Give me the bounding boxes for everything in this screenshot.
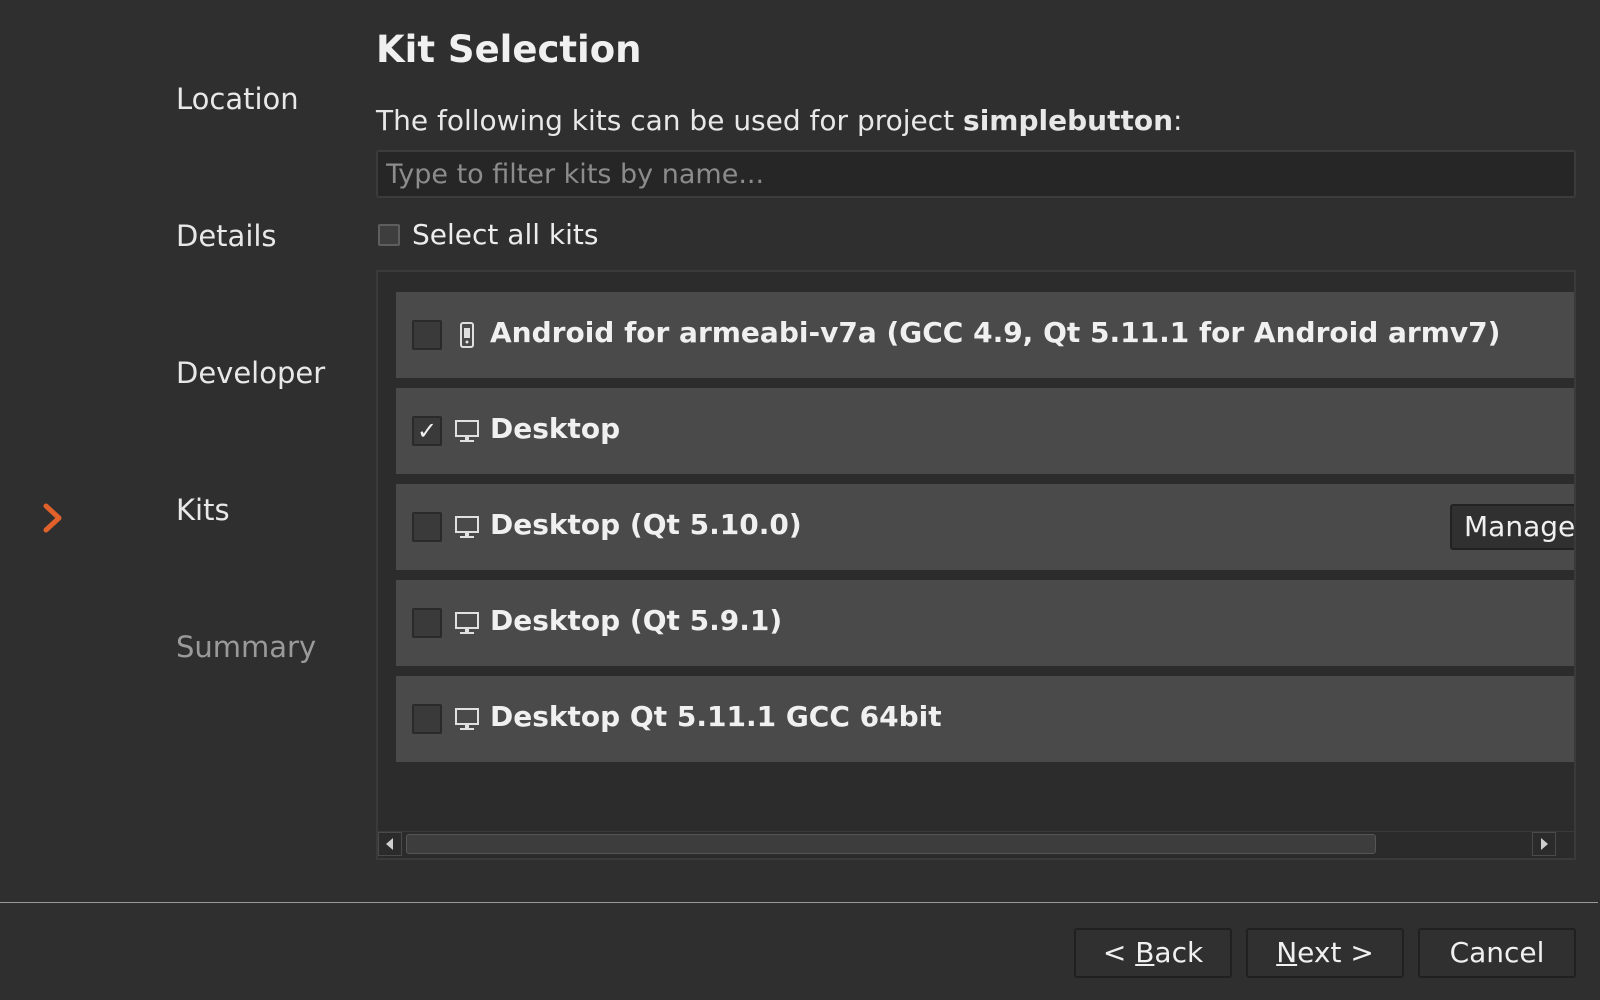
next-label-after: ext > (1297, 936, 1374, 969)
kit-label: Desktop (490, 412, 621, 445)
kit-label: Desktop (Qt 5.10.0) (490, 508, 802, 541)
monitor-icon (455, 708, 479, 730)
step-kits: Kits (176, 493, 230, 527)
step-location: Location (176, 82, 299, 116)
back-button[interactable]: < Back (1074, 928, 1232, 978)
page-title: Kit Selection (376, 28, 642, 71)
step-details: Details (176, 219, 277, 253)
select-all-checkbox-box[interactable] (378, 223, 400, 246)
scroll-right-button[interactable] (1532, 832, 1556, 856)
back-label-after: ack (1154, 936, 1204, 969)
kit-label: Desktop (Qt 5.9.1) (490, 604, 783, 637)
subtitle-suffix: : (1173, 104, 1183, 137)
scrollbar-thumb[interactable] (406, 834, 1376, 854)
cancel-button[interactable]: Cancel (1418, 928, 1576, 978)
current-step-arrow-icon (43, 503, 62, 533)
scroll-left-arrow-icon (386, 838, 393, 850)
step-summary: Summary (176, 630, 317, 664)
kit-filter-input[interactable] (376, 150, 1576, 198)
select-all-kits-checkbox[interactable]: Select all kits (378, 218, 598, 251)
footer-divider (0, 902, 1598, 903)
step-developer: Developer (176, 356, 326, 390)
kit-label: Android for armeabi-v7a (GCC 4.9, Qt 5.1… (490, 316, 1501, 349)
kit-row[interactable]: ✓ Desktop (396, 388, 1574, 474)
subtitle-prefix: The following kits can be used for proje… (376, 104, 964, 137)
horizontal-scrollbar[interactable] (378, 831, 1574, 858)
kit-row[interactable]: Desktop (Qt 5.9.1) (396, 580, 1574, 666)
monitor-icon (455, 516, 479, 538)
monitor-icon (455, 612, 479, 634)
kit-row[interactable]: Desktop Qt 5.11.1 GCC 64bit (396, 676, 1574, 762)
scroll-left-button[interactable] (378, 832, 402, 856)
kit-checkbox[interactable]: ✓ (412, 416, 442, 446)
select-all-label: Select all kits (412, 218, 599, 251)
project-name: simplebutton (963, 104, 1174, 137)
next-mnemonic: N (1276, 936, 1298, 969)
kit-list: Android for armeabi-v7a (GCC 4.9, Qt 5.1… (376, 270, 1576, 860)
monitor-icon (455, 420, 479, 442)
scroll-right-arrow-icon (1541, 838, 1548, 850)
kit-checkbox[interactable] (412, 320, 442, 350)
kit-checkbox[interactable] (412, 608, 442, 638)
kit-row[interactable]: Android for armeabi-v7a (GCC 4.9, Qt 5.1… (396, 292, 1574, 378)
new-project-wizard: Location Details Developer Kits Summary … (0, 0, 1600, 1000)
kit-label: Desktop Qt 5.11.1 GCC 64bit (490, 700, 942, 733)
kit-checkbox[interactable] (412, 512, 442, 542)
manage-button[interactable]: Manage... (1450, 504, 1574, 550)
next-button[interactable]: Next > (1246, 928, 1404, 978)
back-label-before: < (1102, 936, 1136, 969)
page-subtitle: The following kits can be used for proje… (376, 104, 1182, 137)
kit-row[interactable]: Desktop (Qt 5.10.0) Manage... (396, 484, 1574, 570)
android-device-icon (460, 322, 474, 348)
kit-checkbox[interactable] (412, 704, 442, 734)
back-mnemonic: B (1135, 936, 1155, 969)
